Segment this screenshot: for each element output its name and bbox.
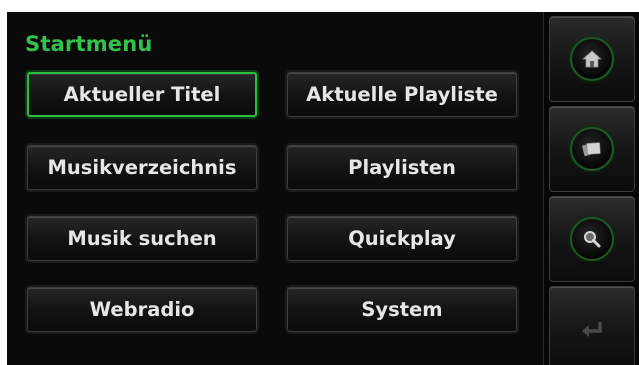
menu-button-playlists[interactable]: Playlisten: [287, 145, 517, 190]
home-button[interactable]: [549, 16, 635, 102]
menu-button-music-search[interactable]: Musik suchen: [27, 216, 257, 261]
search-icon: [570, 217, 614, 261]
library-button[interactable]: [549, 106, 635, 192]
menu-button-webradio[interactable]: Webradio: [27, 287, 257, 332]
menu-button-music-directory[interactable]: Musikverzeichnis: [27, 145, 257, 190]
back-button[interactable]: [549, 286, 635, 365]
page-title: Startmenü: [25, 32, 153, 56]
menu-button-current-playlist[interactable]: Aktuelle Playliste: [287, 72, 517, 117]
player-screen: Startmenü Aktueller Titel Aktuelle Playl…: [7, 12, 639, 365]
home-icon: [570, 37, 614, 81]
start-menu-panel: Startmenü Aktueller Titel Aktuelle Playl…: [7, 12, 544, 365]
menu-button-system[interactable]: System: [287, 287, 517, 332]
albums-icon: [570, 127, 614, 171]
menu-button-quickplay[interactable]: Quickplay: [287, 216, 517, 261]
menu-button-current-title[interactable]: Aktueller Titel: [27, 72, 257, 117]
side-navigation: [545, 12, 639, 365]
search-button[interactable]: [549, 196, 635, 282]
back-return-icon: [579, 319, 605, 339]
